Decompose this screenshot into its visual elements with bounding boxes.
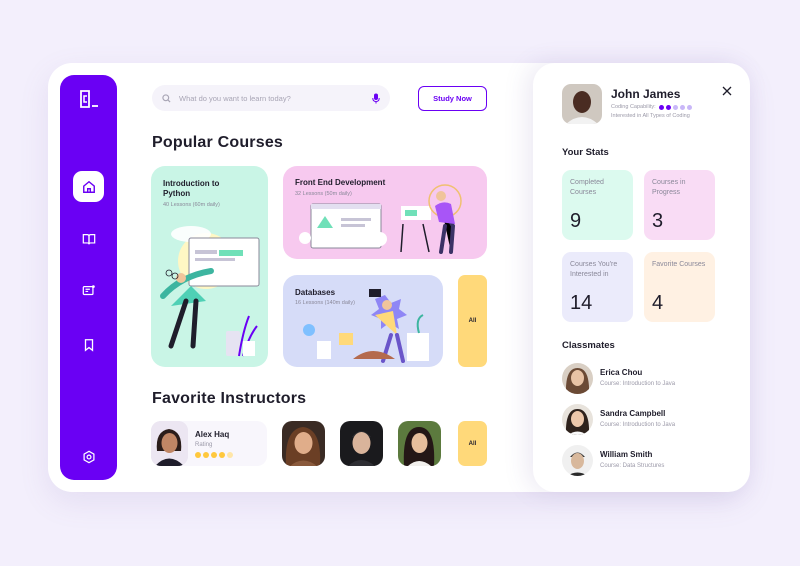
stat-label: Courses You're Interested in — [570, 261, 618, 278]
classmate-name: William Smith — [600, 450, 653, 459]
profile-avatar — [562, 84, 602, 124]
settings-button[interactable] — [73, 441, 104, 472]
search-icon — [162, 93, 171, 103]
book-icon — [82, 233, 95, 244]
home-icon — [82, 180, 95, 193]
course-card-python[interactable]: Introduction to Python 40 Lessons (60m d… — [151, 166, 268, 367]
stat-value: 9 — [570, 210, 582, 232]
course-card-databases[interactable]: Databases 16 Lessons (140m daily) — [283, 275, 443, 367]
classmate-avatar — [562, 363, 593, 394]
your-stats-title: Your Stats — [562, 147, 609, 158]
favorite-instructors-title: Favorite Instructors — [152, 390, 307, 407]
classmate-name: Erica Chou — [600, 368, 643, 377]
capability-dot — [686, 104, 692, 110]
capability-dot — [665, 104, 671, 110]
stat-label: Courses in Progress — [652, 179, 686, 196]
sidebar-item-saved[interactable] — [73, 329, 104, 360]
stat-courses-interested[interactable]: Courses You're Interested in 14 — [562, 252, 633, 322]
frontend-course-illustration — [299, 184, 462, 254]
stat-courses-in-progress[interactable]: Courses in Progress 3 — [644, 170, 715, 240]
rating-dot — [211, 452, 217, 458]
rating-dot — [227, 452, 233, 458]
capability-dots — [658, 104, 692, 110]
profile-interest: Interested in All Types of Coding — [611, 113, 690, 119]
databases-course-illustration — [303, 289, 429, 363]
course-lessons: 40 Lessons (60m daily) — [163, 202, 220, 208]
coding-capability: Coding Capability: — [611, 104, 692, 110]
popular-courses-title: Popular Courses — [152, 134, 284, 151]
bookmark-icon — [84, 338, 93, 352]
stat-value: 4 — [652, 292, 664, 314]
classmate-course: Course: Introduction to Java — [600, 422, 676, 428]
rating-dot — [219, 452, 225, 458]
stat-value: 3 — [652, 210, 664, 232]
rating-dot — [203, 452, 209, 458]
sidebar-item-messages[interactable] — [73, 275, 104, 306]
sidebar-item-courses[interactable] — [73, 223, 104, 254]
sidebar — [60, 75, 117, 480]
course-title: Introduction to Python — [163, 179, 220, 198]
classmate-item[interactable]: William Smith Course: Data Structures — [562, 445, 732, 479]
stat-favorite-courses[interactable]: Favorite Courses 4 — [644, 252, 715, 322]
classmate-course: Course: Introduction to Java — [600, 381, 676, 387]
classmate-name: Sandra Campbell — [600, 409, 666, 418]
capability-dot — [658, 104, 664, 110]
instructor-avatar[interactable] — [282, 421, 325, 466]
classmate-avatar — [562, 404, 593, 435]
rating-label: Rating — [195, 442, 213, 448]
study-now-button[interactable]: Study Now — [418, 86, 487, 111]
stat-label: Completed Courses — [570, 179, 604, 196]
app-logo[interactable] — [79, 89, 99, 109]
course-card-frontend[interactable]: Front End Development 32 Lessons (50m da… — [283, 166, 487, 259]
rating-stars — [195, 452, 233, 458]
chat-icon — [82, 284, 95, 295]
capability-dot — [672, 104, 678, 110]
capability-label: Coding Capability: — [611, 104, 656, 110]
profile-name: John James — [611, 87, 681, 101]
python-course-illustration — [160, 226, 260, 357]
settings-icon — [82, 450, 95, 463]
stat-label: Favorite Courses — [652, 261, 706, 268]
microphone-icon[interactable] — [372, 93, 380, 104]
stat-value: 14 — [570, 292, 593, 314]
close-icon[interactable] — [722, 86, 732, 96]
instructor-avatar — [151, 421, 188, 466]
stat-completed-courses[interactable]: Completed Courses 9 — [562, 170, 633, 240]
sidebar-item-home[interactable] — [73, 171, 104, 202]
capability-dot — [679, 104, 685, 110]
search-input[interactable] — [179, 93, 372, 103]
classmate-item[interactable]: Erica Chou Course: Introduction to Java — [562, 363, 732, 397]
rating-dot — [195, 452, 201, 458]
instructor-avatar[interactable] — [398, 421, 441, 466]
instructor-card-featured[interactable]: Alex Haq Rating — [151, 421, 267, 466]
search-bar — [152, 85, 390, 111]
classmate-item[interactable]: Sandra Campbell Course: Introduction to … — [562, 404, 732, 438]
instructor-name: Alex Haq — [195, 430, 230, 439]
instructor-avatar[interactable] — [340, 421, 383, 466]
all-instructors-button[interactable]: All — [458, 421, 487, 466]
classmate-avatar — [562, 445, 593, 476]
all-courses-button[interactable]: All — [458, 275, 487, 367]
classmate-course: Course: Data Structures — [600, 463, 665, 469]
classmates-title: Classmates — [562, 340, 615, 351]
